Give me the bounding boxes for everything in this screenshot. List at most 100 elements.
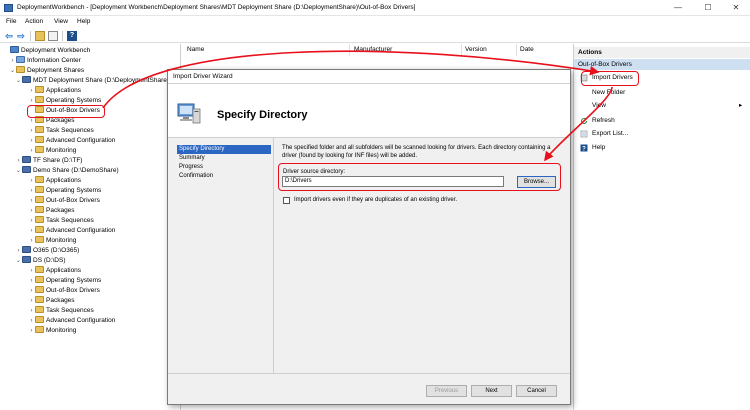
help-icon[interactable]: ? bbox=[67, 31, 77, 41]
svg-text:?: ? bbox=[582, 147, 586, 153]
expand-chevron-icon[interactable]: › bbox=[28, 296, 35, 306]
step-progress[interactable]: Progress bbox=[177, 163, 271, 172]
expand-chevron-icon[interactable]: › bbox=[28, 286, 35, 296]
action-view[interactable]: View bbox=[592, 101, 606, 111]
action-new-folder[interactable]: New Folder bbox=[592, 88, 625, 98]
import-duplicates-checkbox[interactable] bbox=[283, 197, 290, 204]
tree-item[interactable]: ⌄ Demo Share (D:\DemoShare) bbox=[15, 166, 119, 176]
tree-item-label: Deployment Shares bbox=[27, 67, 85, 74]
expand-chevron-icon[interactable]: › bbox=[28, 86, 35, 96]
action-refresh[interactable]: Refresh bbox=[592, 116, 615, 126]
tree-item[interactable]: › Task Sequences bbox=[28, 216, 94, 226]
tree-item[interactable]: › Operating Systems bbox=[28, 276, 101, 286]
share-icon bbox=[22, 246, 31, 253]
expand-chevron-icon[interactable]: › bbox=[28, 306, 35, 316]
expand-chevron-icon[interactable]: › bbox=[28, 136, 35, 146]
folder-icon bbox=[35, 326, 44, 333]
expand-chevron-icon[interactable]: › bbox=[28, 266, 35, 276]
column-header-date[interactable]: Date bbox=[520, 46, 534, 53]
expand-chevron-icon[interactable]: › bbox=[28, 316, 35, 326]
collapse-chevron-icon[interactable]: ⌄ bbox=[15, 76, 22, 86]
folder-icon bbox=[35, 226, 44, 233]
tree-item[interactable]: ⌄ Deployment Shares bbox=[9, 66, 84, 76]
folder-icon bbox=[35, 126, 44, 133]
tree-item[interactable]: › Advanced Configuration bbox=[28, 316, 115, 326]
tree-item[interactable]: › Task Sequences bbox=[28, 126, 94, 136]
expand-chevron-icon[interactable]: › bbox=[28, 126, 35, 136]
expand-chevron-icon[interactable]: › bbox=[15, 246, 22, 256]
menu-help[interactable]: Help bbox=[77, 18, 90, 25]
submenu-arrow-icon: ▸ bbox=[739, 102, 743, 109]
action-export-list[interactable]: Export List... bbox=[592, 129, 628, 139]
collapse-chevron-icon[interactable]: ⌄ bbox=[9, 66, 16, 76]
tree-item-label: Deployment Workbench bbox=[21, 47, 91, 54]
minimize-button[interactable]: — bbox=[664, 0, 692, 16]
tree-item[interactable]: › Monitoring bbox=[28, 236, 76, 246]
column-header-manufacturer[interactable]: Manufacturer bbox=[354, 46, 392, 53]
tree-item[interactable]: › TF Share (D:\TF) bbox=[15, 156, 82, 166]
highlight-import-drivers bbox=[581, 71, 639, 86]
menu-view[interactable]: View bbox=[54, 18, 68, 25]
expand-chevron-icon[interactable]: › bbox=[15, 156, 22, 166]
expand-chevron-icon[interactable]: › bbox=[28, 176, 35, 186]
tree-item[interactable]: › Packages bbox=[28, 206, 75, 216]
info-icon bbox=[16, 56, 25, 63]
forward-icon[interactable]: ⇨ bbox=[16, 31, 26, 41]
column-header-name[interactable]: Name bbox=[187, 46, 204, 53]
tree-item[interactable]: › Advanced Configuration bbox=[28, 226, 115, 236]
tree-item[interactable]: › Information Center bbox=[9, 56, 81, 66]
expand-chevron-icon[interactable]: › bbox=[28, 186, 35, 196]
previous-button[interactable]: Previous bbox=[426, 385, 467, 397]
cancel-button[interactable]: Cancel bbox=[516, 385, 557, 397]
show-hide-tree-icon[interactable] bbox=[48, 31, 58, 41]
expand-chevron-icon[interactable]: › bbox=[28, 326, 35, 336]
toolbar-separator bbox=[30, 31, 31, 41]
tree-item-label: Packages bbox=[46, 297, 75, 304]
highlight-out-of-box-drivers bbox=[27, 105, 105, 118]
folder-icon bbox=[35, 136, 44, 143]
step-specify-directory[interactable]: Specify Directory bbox=[177, 145, 271, 154]
expand-chevron-icon[interactable]: › bbox=[28, 206, 35, 216]
back-icon[interactable]: ⇦ bbox=[4, 31, 14, 41]
collapse-chevron-icon[interactable]: ⌄ bbox=[15, 256, 22, 266]
tree-item[interactable]: Deployment Workbench bbox=[3, 46, 90, 56]
actions-section-title[interactable]: Out-of-Box Drivers bbox=[574, 59, 750, 70]
expand-chevron-icon[interactable]: › bbox=[9, 56, 16, 66]
close-button[interactable]: ✕ bbox=[722, 0, 750, 16]
action-help[interactable]: Help bbox=[592, 143, 605, 153]
expand-chevron-icon[interactable]: › bbox=[28, 236, 35, 246]
tree-item[interactable]: › Out-of-Box Drivers bbox=[28, 286, 100, 296]
folder-icon bbox=[35, 146, 44, 153]
column-header-version[interactable]: Version bbox=[465, 46, 487, 53]
tree-item[interactable]: › Advanced Configuration bbox=[28, 136, 115, 146]
title-bar: DeploymentWorkbench - [Deployment Workbe… bbox=[0, 0, 750, 16]
step-confirmation[interactable]: Confirmation bbox=[177, 172, 271, 181]
tree-item[interactable]: › Operating Systems bbox=[28, 186, 101, 196]
next-button[interactable]: Next bbox=[471, 385, 512, 397]
tree-item[interactable]: › Task Sequences bbox=[28, 306, 94, 316]
menu-action[interactable]: Action bbox=[25, 18, 43, 25]
collapse-chevron-icon[interactable]: ⌄ bbox=[15, 166, 22, 176]
menu-file[interactable]: File bbox=[6, 18, 16, 25]
folder-icon bbox=[35, 296, 44, 303]
expand-chevron-icon[interactable]: › bbox=[28, 226, 35, 236]
folder-icon bbox=[35, 286, 44, 293]
expand-chevron-icon[interactable]: › bbox=[28, 146, 35, 156]
tree-item[interactable]: › Monitoring bbox=[28, 146, 76, 156]
tree-item[interactable]: ⌄ MDT Deployment Share (D:\DeploymentShar… bbox=[15, 76, 169, 86]
export-list-icon bbox=[580, 130, 588, 138]
expand-chevron-icon[interactable]: › bbox=[28, 276, 35, 286]
maximize-button[interactable]: ☐ bbox=[694, 0, 722, 16]
tree-item[interactable]: › Applications bbox=[28, 176, 81, 186]
tree-item[interactable]: › Out-of-Box Drivers bbox=[28, 196, 100, 206]
tree-item[interactable]: › Monitoring bbox=[28, 326, 76, 336]
expand-chevron-icon[interactable]: › bbox=[28, 216, 35, 226]
tree-item[interactable]: › Packages bbox=[28, 296, 75, 306]
tree-item[interactable]: › Applications bbox=[28, 86, 81, 96]
up-folder-icon[interactable] bbox=[35, 31, 45, 41]
tree-item[interactable]: › O365 (D:\O365) bbox=[15, 246, 79, 256]
step-summary[interactable]: Summary bbox=[177, 154, 271, 163]
expand-chevron-icon[interactable]: › bbox=[28, 196, 35, 206]
tree-item[interactable]: › Applications bbox=[28, 266, 81, 276]
tree-item[interactable]: ⌄ DS (D:\DS) bbox=[15, 256, 66, 266]
